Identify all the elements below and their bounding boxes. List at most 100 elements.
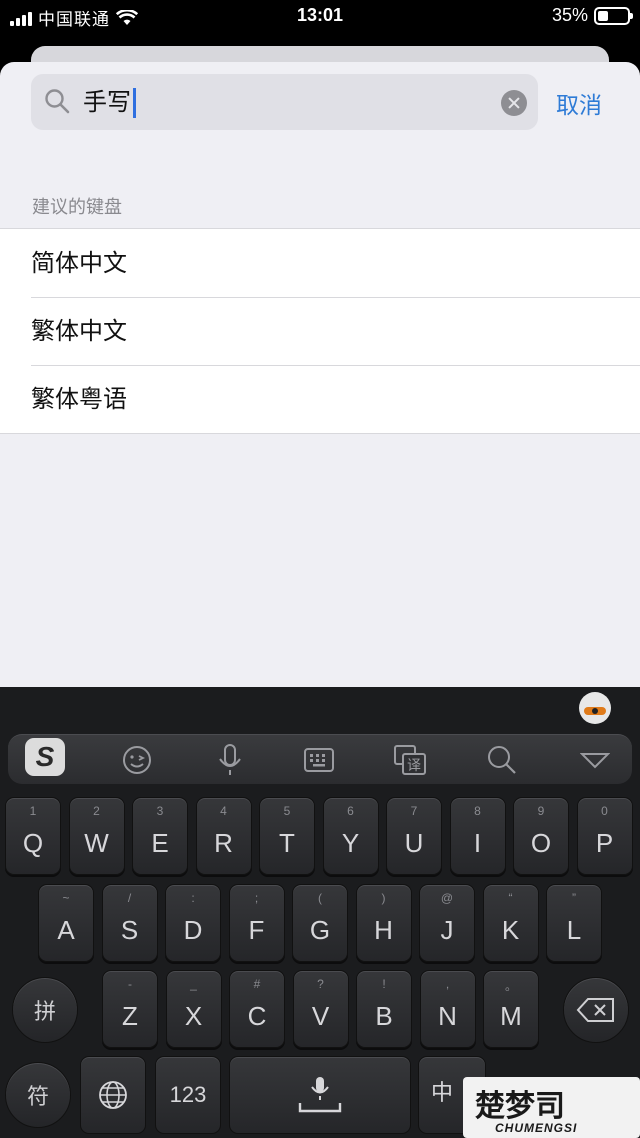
key-a[interactable]: ~ A [38, 884, 94, 962]
list-item-simplified-chinese[interactable]: 简体中文 [0, 229, 640, 297]
key-secondary-label: 5 [283, 804, 291, 818]
key-secondary-label: @ [440, 891, 454, 905]
key-label: C [247, 1001, 267, 1031]
key-l[interactable]: ” L [546, 884, 602, 962]
key-s[interactable]: / S [101, 884, 158, 962]
microphone-icon[interactable] [214, 735, 246, 785]
search-icon[interactable] [485, 735, 519, 785]
key-o[interactable]: 9O [513, 797, 569, 875]
key-e[interactable]: 3E [132, 797, 188, 875]
status-bar: 中国联通 13:01 35% [0, 0, 640, 36]
translate-icon[interactable]: 译 [392, 735, 428, 785]
key-secondary-label: 9 [537, 804, 545, 818]
cancel-button[interactable]: 取消 [556, 86, 602, 120]
key-secondary-label: ; [254, 891, 259, 905]
key-secondary-label: ) [381, 891, 386, 905]
section-header: 建议的键盘 [32, 197, 122, 218]
key-r[interactable]: 4R [195, 797, 252, 875]
key-label: F [248, 915, 265, 945]
mascot-icon[interactable] [579, 692, 611, 724]
clear-icon[interactable] [501, 90, 527, 116]
key-u[interactable]: 7U [386, 797, 442, 875]
backspace-icon [576, 998, 614, 1022]
watermark-title: 楚梦司 [475, 1089, 565, 1124]
status-time: 13:01 [296, 5, 344, 25]
key-label: D [183, 915, 203, 945]
key-h[interactable]: ) H [355, 884, 412, 962]
key-g[interactable]: (G [292, 884, 348, 962]
key-label: Y [341, 828, 360, 858]
key-secondary-label: , [445, 977, 450, 991]
key-secondary-label: 4 [220, 804, 227, 818]
key-n[interactable]: ,N [419, 970, 476, 1048]
collapse-keyboard-icon[interactable] [578, 735, 612, 785]
key-secondary-label: / [127, 891, 132, 905]
key-b[interactable]: ! B [356, 970, 412, 1048]
key-label: T [279, 828, 295, 858]
key-label: Z [122, 1001, 138, 1031]
key-secondary-label: ! [382, 977, 386, 991]
key-label: V [311, 1001, 330, 1031]
key-label: R [214, 828, 233, 858]
key-secondary-label: 6 [347, 804, 354, 818]
space-key[interactable] [229, 1056, 411, 1134]
globe-icon [99, 1081, 127, 1109]
symbol-key[interactable]: 符 [5, 1062, 71, 1128]
key-c[interactable]: # C [229, 970, 285, 1048]
key-v[interactable]: ? V [292, 970, 349, 1048]
key-secondary-label: 1 [29, 804, 37, 818]
search-input[interactable]: 手写 [31, 74, 538, 130]
text-cursor [133, 88, 136, 118]
keyboard-toolbar: 译 [8, 734, 632, 784]
key-label: I [473, 828, 482, 858]
key-label: N [438, 1001, 457, 1031]
sogou-logo-icon[interactable]: S [25, 738, 65, 776]
key-secondary-label: 0 [601, 804, 608, 818]
globe-key[interactable] [80, 1056, 146, 1134]
key-label: S [120, 915, 139, 945]
key-i[interactable]: 8I [449, 797, 506, 875]
key-z[interactable]: -Z [102, 970, 158, 1048]
battery-percent: 35% [551, 5, 588, 25]
key-d[interactable]: :D [165, 884, 221, 962]
key-label: H [374, 915, 393, 945]
key-secondary-label: ( [318, 891, 322, 905]
key-secondary-label: “ [508, 891, 513, 905]
search-query: 手写 [83, 88, 131, 116]
key-w[interactable]: 2W [68, 797, 125, 875]
key-m[interactable]: 。 M [483, 970, 539, 1048]
emoji-icon[interactable] [120, 735, 154, 785]
microphone-icon [298, 1077, 342, 1113]
key-label: K [501, 915, 520, 945]
key-secondary-label: : [191, 891, 195, 905]
pinyin-key[interactable]: 拼 [12, 977, 78, 1043]
key-label: J [440, 915, 454, 945]
language-label: 中 [431, 1081, 454, 1106]
key-label: P [595, 828, 614, 858]
battery-icon [594, 6, 633, 25]
key-secondary-label: 2 [93, 804, 100, 818]
key-label: M [500, 1001, 522, 1031]
key-secondary-label: 7 [410, 804, 418, 818]
key-label: E [151, 828, 169, 858]
key-secondary-label: ” [572, 891, 576, 905]
key-secondary-label: 。 [504, 979, 517, 993]
key-k[interactable]: “K [482, 884, 539, 962]
search-icon [45, 89, 70, 114]
key-p[interactable]: 0P [576, 797, 633, 875]
key-f[interactable]: ; F [228, 884, 285, 962]
key-label: X [184, 1001, 203, 1031]
list-item-traditional-chinese[interactable]: 繁体中文 [0, 297, 640, 365]
key-label: O [530, 828, 552, 858]
key-label: G [309, 915, 331, 945]
key-x[interactable]: _ X [165, 970, 222, 1048]
key-label: A [57, 915, 75, 945]
list-item-traditional-cantonese[interactable]: 繁体粤语 [0, 365, 640, 433]
key-t[interactable]: 5T [259, 797, 315, 875]
delete-key[interactable] [563, 977, 629, 1043]
key-q[interactable]: 1Q [5, 797, 61, 875]
keyboard-switch-icon[interactable] [302, 735, 336, 785]
key-y[interactable]: 6Y [322, 797, 379, 875]
key-j[interactable]: @ J [419, 884, 475, 962]
number-key[interactable]: 123 [155, 1056, 221, 1134]
